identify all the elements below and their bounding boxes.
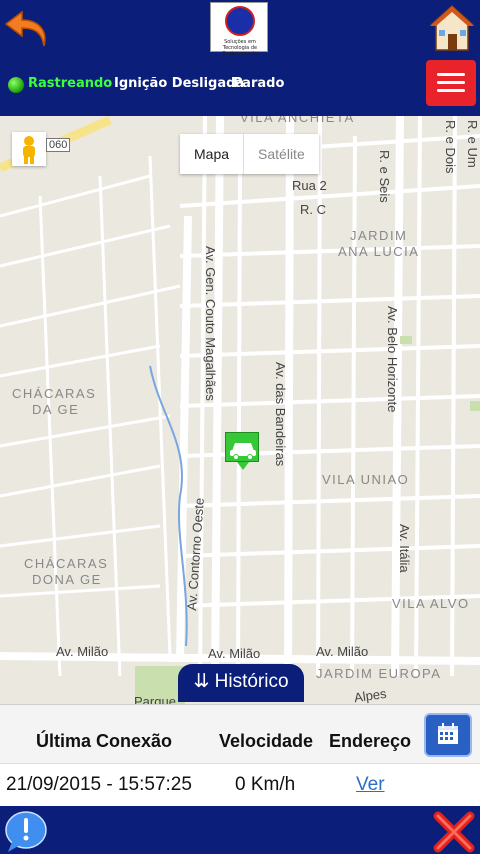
area-label: DA GE: [32, 402, 80, 417]
area-label: VILA UNIAO: [322, 472, 410, 487]
area-label: JARDIM EUROPA: [316, 666, 442, 681]
area-label: VILA ANCHIETA: [240, 116, 355, 125]
map-type-toggle: Mapa Satélite: [180, 134, 319, 174]
street-label: R. e Seis: [377, 150, 392, 203]
address-link[interactable]: Ver: [356, 774, 385, 796]
last-connection-value: 21/09/2015 - 15:57:25: [6, 774, 192, 795]
tracking-status: Rastreando: [28, 76, 113, 91]
street-label: Av. Itália: [397, 524, 412, 573]
history-table-header: Última Conexão Velocidade Endereço: [0, 705, 480, 763]
area-label: JARDIM: [350, 228, 408, 243]
column-header-speed: Velocidade: [219, 731, 314, 751]
street-label: Rua 2: [292, 178, 327, 193]
street-label: Av. das Bandeiras: [273, 362, 288, 467]
top-bar: Soluções em Tecnologia de Rastreamento: [0, 0, 480, 57]
history-tab[interactable]: ⇊ Histórico: [178, 664, 304, 702]
street-label: R. e Dois: [443, 120, 458, 174]
house-icon[interactable]: [430, 4, 474, 52]
bottom-bar: [0, 806, 480, 854]
logo-text: Soluções em Tecnologia de Rastreamento: [222, 39, 258, 57]
area-label: CHÁCARAS: [24, 556, 109, 571]
map-type-map-button[interactable]: Mapa: [180, 134, 243, 174]
column-header-last-connection: Última Conexão: [36, 731, 173, 751]
area-label: CHÁCARAS: [12, 386, 97, 401]
area-label: ANA LUCIA: [338, 244, 420, 259]
street-label: Av. Milão: [316, 644, 369, 659]
tracking-status-dot: [8, 77, 24, 93]
street-label: Av. Milão: [208, 646, 261, 661]
map-type-satellite-button[interactable]: Satélite: [243, 134, 319, 174]
chevron-down-icon: ⇊: [193, 671, 210, 692]
street-label: R. e Um: [465, 120, 480, 168]
help-bubble-icon[interactable]: [2, 808, 50, 854]
street-label: Av. Milão: [56, 644, 109, 659]
red-x-close-icon[interactable]: [432, 808, 476, 854]
movement-status: Parado: [233, 76, 285, 91]
company-logo: Soluções em Tecnologia de Rastreamento: [210, 2, 268, 57]
history-panel: Última Conexão Velocidade Endereço 21/09…: [0, 704, 480, 807]
pegman-icon[interactable]: [12, 132, 46, 166]
ignition-status: Ignição Desligada: [114, 76, 245, 91]
tracking-app: Soluções em Tecnologia de Rastreamento R…: [0, 0, 480, 854]
status-bar: Rastreando Ignição Desligada Parado: [0, 56, 480, 116]
street-label: Av. Gen. Couto Magalhães: [203, 246, 218, 401]
area-label: DONA GE: [32, 572, 102, 587]
history-tab-label: Histórico: [214, 671, 289, 692]
highway-shield: 060: [46, 138, 71, 152]
map-view[interactable]: 060 Mapa Satélite VILA ANCHIETA Rua 2 R.…: [0, 116, 480, 708]
calendar-icon[interactable]: [424, 713, 472, 757]
logo-emblem: [225, 6, 255, 36]
speed-value: 0 Km/h: [235, 774, 296, 795]
column-header-address: Endereço: [329, 731, 412, 751]
street-label: Av. Belo Horizonte: [385, 306, 400, 413]
table-row: 21/09/2015 - 15:57:25 0 Km/h Ver: [0, 763, 480, 807]
undo-arrow-icon[interactable]: [4, 6, 54, 52]
car-marker-icon[interactable]: [225, 432, 259, 470]
area-label: VILA ALVO: [392, 596, 470, 611]
street-label: R. C: [300, 202, 326, 217]
hamburger-menu-icon[interactable]: [426, 60, 476, 106]
